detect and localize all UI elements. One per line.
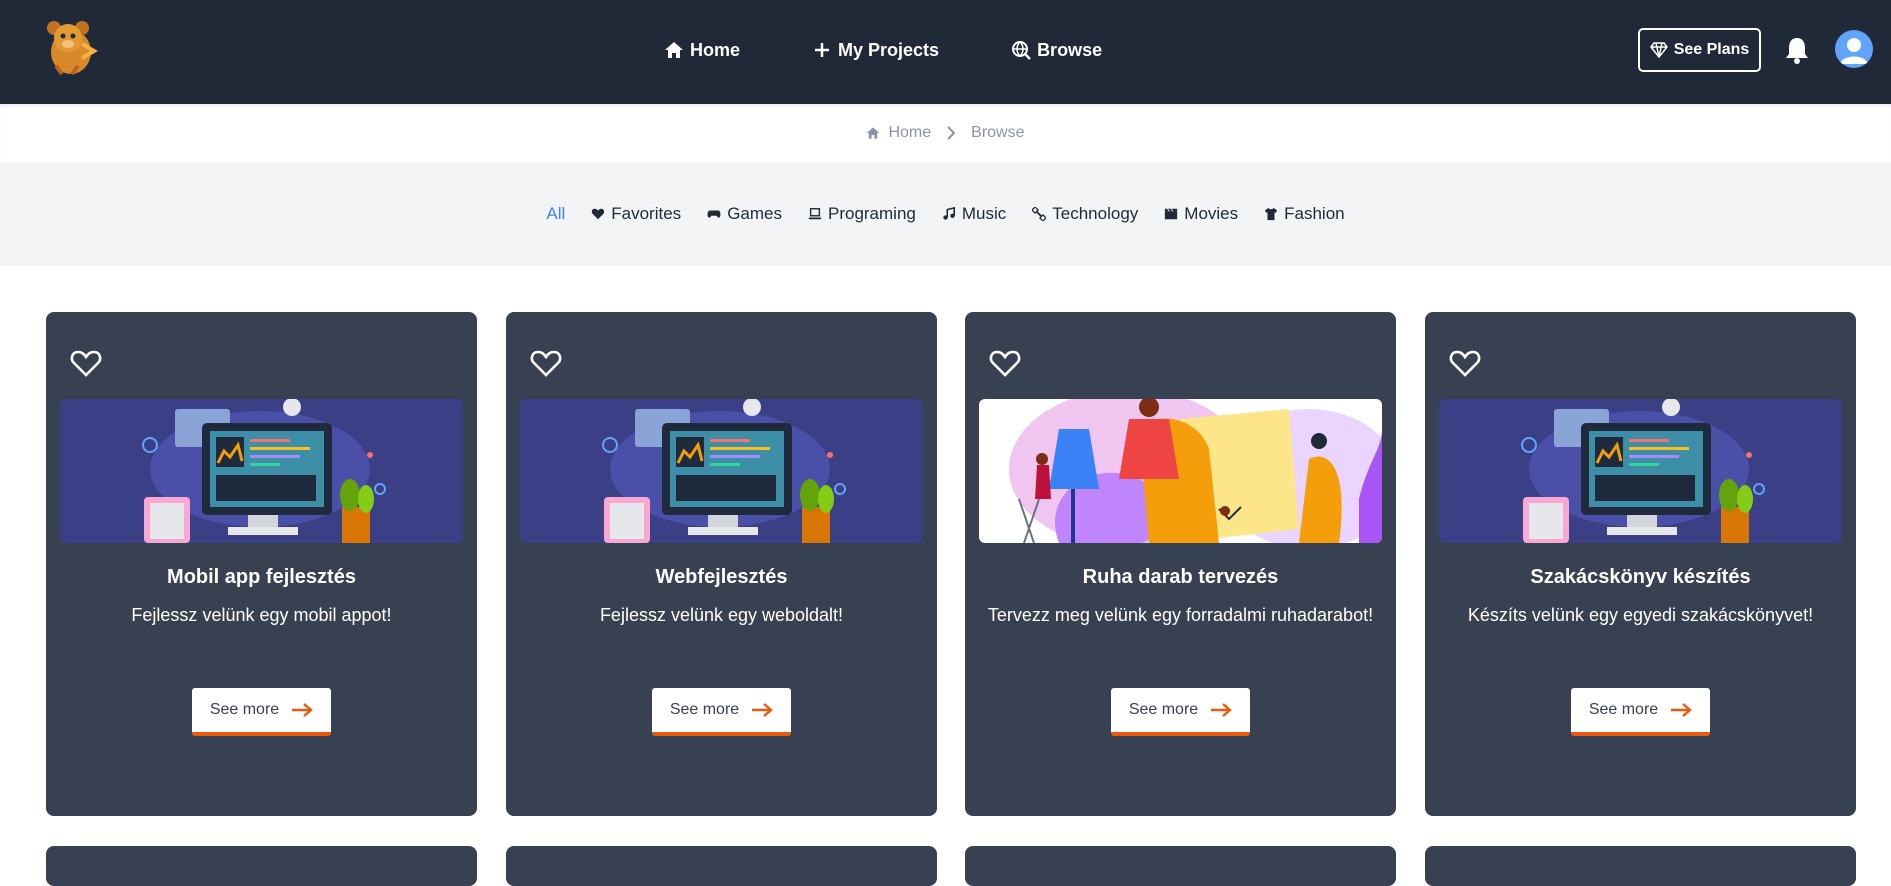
category-fashion-label: Fashion — [1284, 204, 1345, 223]
plus-icon — [815, 43, 830, 57]
nav-my-projects-label: My Projects — [838, 39, 940, 60]
developer-illustration-icon — [60, 399, 463, 543]
breadcrumb-current: Browse — [971, 124, 1025, 141]
shirt-icon — [1265, 207, 1278, 221]
card-description: Készíts velünk egy egyedi szakácskönyvet… — [1467, 605, 1814, 625]
nav-home-label: Home — [690, 39, 741, 60]
top-navbar: Home My Projects Browse See Plans — [0, 0, 1891, 104]
heart-outline-icon[interactable] — [530, 348, 562, 378]
nav-browse[interactable]: Browse — [1011, 34, 1102, 66]
category-programing[interactable]: Programing — [808, 204, 916, 224]
project-card-partial — [1425, 846, 1856, 886]
see-more-label: See more — [1128, 701, 1199, 718]
heart-outline-icon[interactable] — [70, 348, 102, 378]
category-favorites[interactable]: Favorites — [591, 204, 681, 224]
category-games-label: Games — [727, 204, 782, 223]
card-title: Mobil app fejlesztés — [167, 566, 356, 588]
nav-home[interactable]: Home — [664, 34, 740, 66]
project-card: Mobil app fejlesztés Fejlessz velünk egy… — [46, 312, 477, 816]
bear-logo-icon[interactable] — [42, 18, 100, 78]
nav-my-projects[interactable]: My Projects — [812, 34, 939, 66]
developer-illustration-icon — [520, 399, 923, 543]
card-image — [520, 399, 923, 543]
project-card-partial — [46, 846, 477, 886]
user-icon — [1840, 38, 1868, 64]
card-title: Webfejlesztés — [655, 566, 788, 588]
category-programing-label: Programing — [827, 204, 916, 223]
category-filter-bar: All Favorites Games Programing Music Tec… — [0, 162, 1891, 266]
nav-browse-label: Browse — [1037, 39, 1103, 60]
see-more-label: See more — [209, 701, 280, 718]
see-more-button[interactable]: See more — [652, 688, 791, 736]
category-technology-label: Technology — [1052, 204, 1139, 223]
project-card-partial — [506, 846, 937, 886]
bell-icon[interactable] — [1784, 36, 1810, 64]
category-favorites-label: Favorites — [611, 204, 682, 223]
category-fashion[interactable]: Fashion — [1264, 204, 1345, 224]
category-music[interactable]: Music — [942, 204, 1006, 224]
see-plans-button[interactable]: See Plans — [1638, 28, 1761, 72]
see-more-button[interactable]: See more — [1111, 688, 1250, 736]
chevron-right-icon — [947, 126, 956, 140]
gamepad-icon — [707, 210, 721, 218]
see-more-label: See more — [669, 701, 740, 718]
category-games[interactable]: Games — [707, 204, 782, 224]
card-image — [1439, 399, 1842, 543]
category-movies[interactable]: Movies — [1164, 204, 1238, 224]
heart-icon — [592, 208, 605, 220]
music-icon — [943, 207, 955, 220]
arrow-right-icon — [1211, 703, 1233, 717]
category-all-label: All — [546, 204, 566, 223]
see-more-label: See more — [1588, 701, 1659, 718]
card-description: Fejlessz velünk egy mobil appot! — [131, 605, 392, 625]
satellite-icon — [1032, 207, 1047, 221]
category-movies-label: Movies — [1184, 204, 1239, 223]
laptop-icon — [808, 208, 822, 220]
category-technology[interactable]: Technology — [1032, 204, 1138, 224]
breadcrumb-home-label: Home — [888, 124, 932, 141]
arrow-right-icon — [752, 703, 774, 717]
arrow-right-icon — [1671, 703, 1693, 717]
category-music-label: Music — [961, 204, 1007, 223]
project-card: Webfejlesztés Fejlessz velünk egy webold… — [506, 312, 937, 816]
card-description: Tervezz meg velünk egy forradalmi ruhada… — [987, 605, 1374, 625]
breadcrumb: Home Browse — [0, 104, 1891, 162]
category-all[interactable]: All — [546, 204, 565, 224]
heart-outline-icon[interactable] — [1449, 348, 1481, 378]
globe-search-icon — [1012, 41, 1031, 60]
home-icon — [665, 42, 683, 58]
diamond-icon — [1649, 42, 1668, 58]
card-description: Fejlessz velünk egy weboldalt! — [599, 605, 844, 625]
see-plans-label: See Plans — [1673, 41, 1750, 58]
heart-outline-icon[interactable] — [989, 348, 1021, 378]
breadcrumb-home[interactable]: Home — [866, 124, 931, 142]
see-more-button[interactable]: See more — [192, 688, 331, 736]
project-card-partial — [965, 846, 1396, 886]
user-avatar[interactable] — [1835, 30, 1873, 68]
card-image — [979, 399, 1382, 543]
developer-illustration-icon — [1439, 399, 1842, 543]
see-more-button[interactable]: See more — [1571, 688, 1710, 736]
card-title: Ruha darab tervezés — [1082, 566, 1279, 588]
project-card: Szakácskönyv készítés Készíts velünk egy… — [1425, 312, 1856, 816]
arrow-right-icon — [292, 703, 314, 717]
clapperboard-icon — [1165, 208, 1178, 220]
card-image — [60, 399, 463, 543]
main-nav: Home My Projects Browse — [664, 34, 1102, 66]
card-title: Szakácskönyv készítés — [1530, 566, 1751, 588]
fashion-illustration-icon — [979, 399, 1382, 543]
home-icon — [867, 127, 880, 139]
project-card: Ruha darab tervezés Tervezz meg velünk e… — [965, 312, 1396, 816]
